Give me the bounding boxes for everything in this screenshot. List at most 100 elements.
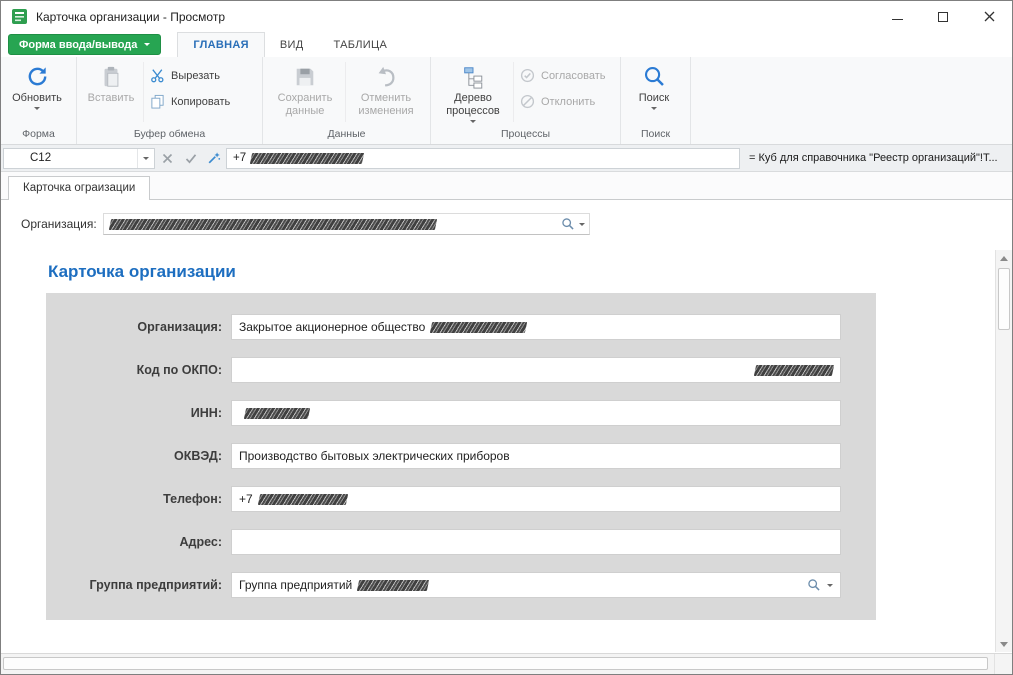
reject-button[interactable]: Отклонить bbox=[514, 93, 611, 110]
enterprise-group-input[interactable]: Группа предприятий bbox=[231, 572, 841, 598]
form-row: Адрес: bbox=[46, 529, 876, 555]
sheet-tab[interactable]: Карточка ограизации bbox=[8, 176, 150, 200]
scrollbar-track[interactable] bbox=[996, 266, 1012, 636]
insert-function-button[interactable] bbox=[203, 148, 224, 169]
reject-icon bbox=[520, 94, 535, 109]
ribbon: Обновить Форма Вставить Вырезать bbox=[1, 57, 1012, 145]
page-title: Карточка организации bbox=[48, 262, 236, 282]
arrow-down-icon bbox=[1000, 642, 1008, 647]
address-input[interactable] bbox=[231, 529, 841, 555]
cut-icon bbox=[150, 68, 165, 83]
organization-picker-label: Организация: bbox=[21, 217, 97, 231]
group-label-data: Данные bbox=[263, 127, 430, 144]
tab-home[interactable]: ГЛАВНАЯ bbox=[177, 32, 264, 57]
window-title: Карточка организации - Просмотр bbox=[36, 10, 225, 24]
cell-reference: C12 bbox=[4, 152, 137, 164]
name-box-dropdown[interactable] bbox=[137, 149, 154, 168]
maximize-icon bbox=[938, 12, 948, 22]
scroll-up-button[interactable] bbox=[996, 250, 1012, 266]
redacted-text bbox=[109, 219, 437, 230]
cancel-icon bbox=[162, 153, 173, 164]
cut-button[interactable]: Вырезать bbox=[144, 67, 236, 84]
field-value: Производство бытовых электрических прибо… bbox=[239, 449, 510, 463]
app-window: Карточка организации - Просмотр Форма вв… bbox=[0, 0, 1013, 675]
group-label-clipboard: Буфер обмена bbox=[77, 127, 262, 144]
org-input[interactable]: Закрытое акционерное общество bbox=[231, 314, 841, 340]
formula-bar: C12 +7 = Куб для справочника "Реестр орг… bbox=[1, 145, 1012, 172]
refresh-icon bbox=[25, 63, 50, 90]
form-row: Код по ОКПО: bbox=[46, 357, 876, 383]
title-bar: Карточка организации - Просмотр bbox=[1, 1, 1012, 32]
field-value: Группа предприятий bbox=[239, 578, 352, 592]
cell-name-box[interactable]: C12 bbox=[3, 148, 155, 169]
field-label-okpo: Код по ОКПО: bbox=[46, 363, 231, 377]
app-icon bbox=[11, 8, 28, 25]
process-tree-button[interactable]: Дерево процессов bbox=[433, 57, 513, 127]
scrollbar-thumb[interactable] bbox=[3, 657, 988, 670]
ribbon-group-processes: Дерево процессов Согласовать Отклонить П… bbox=[431, 57, 621, 144]
field-value: Закрытое акционерное общество bbox=[239, 320, 425, 334]
paste-icon bbox=[99, 63, 123, 90]
scrollbar-thumb[interactable] bbox=[998, 268, 1010, 330]
chevron-down-icon[interactable] bbox=[579, 223, 585, 226]
close-button[interactable] bbox=[966, 1, 1012, 32]
minimize-icon bbox=[892, 19, 903, 20]
redacted-text bbox=[244, 408, 310, 419]
ribbon-group-form: Обновить Форма bbox=[1, 57, 77, 144]
ribbon-group-clipboard: Вставить Вырезать Копировать Буфер обмен… bbox=[77, 57, 263, 144]
sheet-tab-bar: Карточка ограизации bbox=[1, 172, 1012, 200]
cancel-entry-button[interactable] bbox=[157, 148, 178, 169]
horizontal-scrollbar[interactable] bbox=[1, 653, 1012, 674]
inn-input[interactable] bbox=[231, 400, 841, 426]
maximize-button[interactable] bbox=[920, 1, 966, 32]
app-menu-button[interactable]: Форма ввода/вывода bbox=[8, 34, 161, 55]
group-label-form: Форма bbox=[1, 127, 76, 144]
approve-button[interactable]: Согласовать bbox=[514, 67, 611, 84]
app-menu-label: Форма ввода/вывода bbox=[19, 39, 137, 51]
okpo-input[interactable] bbox=[231, 357, 841, 383]
save-data-button[interactable]: Сохранить данные bbox=[265, 57, 345, 127]
refresh-button[interactable]: Обновить bbox=[3, 57, 71, 127]
okved-input[interactable]: Производство бытовых электрических прибо… bbox=[231, 443, 841, 469]
redacted-text bbox=[357, 580, 429, 591]
chevron-down-icon bbox=[470, 120, 476, 123]
group-label-search: Поиск bbox=[621, 127, 690, 144]
field-label-phone: Телефон: bbox=[46, 492, 231, 506]
scrollbar-corner bbox=[994, 654, 1012, 674]
undo-changes-button[interactable]: Отменить изменения bbox=[346, 57, 426, 127]
ribbon-tabs: ГЛАВНАЯ ВИД ТАБЛИЦА bbox=[177, 32, 402, 57]
search-icon[interactable] bbox=[561, 217, 575, 231]
form-panel: Организация: Закрытое акционерное общест… bbox=[46, 293, 876, 620]
search-button[interactable]: Поиск bbox=[623, 57, 685, 127]
field-label-okved: ОКВЭД: bbox=[46, 449, 231, 463]
formula-hint: = Куб для справочника "Реестр организаци… bbox=[742, 152, 1010, 164]
phone-input[interactable]: +7 bbox=[231, 486, 841, 512]
tree-icon bbox=[461, 63, 485, 90]
chevron-down-icon bbox=[34, 107, 40, 110]
tab-table[interactable]: ТАБЛИЦА bbox=[318, 32, 402, 57]
copy-icon bbox=[150, 94, 165, 109]
redacted-text bbox=[430, 322, 527, 333]
search-icon[interactable] bbox=[807, 578, 821, 592]
confirm-entry-button[interactable] bbox=[180, 148, 201, 169]
copy-button[interactable]: Копировать bbox=[144, 93, 236, 110]
chevron-down-icon bbox=[144, 43, 150, 46]
paste-button[interactable]: Вставить bbox=[79, 57, 143, 127]
organization-picker[interactable] bbox=[103, 213, 590, 235]
field-value: +7 bbox=[239, 492, 253, 506]
redacted-text bbox=[250, 153, 364, 164]
form-area: Организация: Карточка организации Органи… bbox=[1, 200, 1012, 653]
ribbon-group-search: Поиск Поиск bbox=[621, 57, 691, 144]
check-icon bbox=[185, 153, 197, 164]
chevron-down-icon bbox=[143, 157, 149, 160]
search-icon bbox=[642, 63, 667, 90]
undo-icon bbox=[374, 63, 398, 90]
window-controls bbox=[874, 1, 1012, 32]
formula-input[interactable]: +7 bbox=[226, 148, 740, 169]
chevron-down-icon[interactable] bbox=[827, 584, 833, 587]
ribbon-group-data: Сохранить данные Отменить изменения Данн… bbox=[263, 57, 431, 144]
minimize-button[interactable] bbox=[874, 1, 920, 32]
tab-view[interactable]: ВИД bbox=[265, 32, 319, 57]
scroll-down-button[interactable] bbox=[996, 636, 1012, 652]
vertical-scrollbar[interactable] bbox=[995, 250, 1012, 652]
